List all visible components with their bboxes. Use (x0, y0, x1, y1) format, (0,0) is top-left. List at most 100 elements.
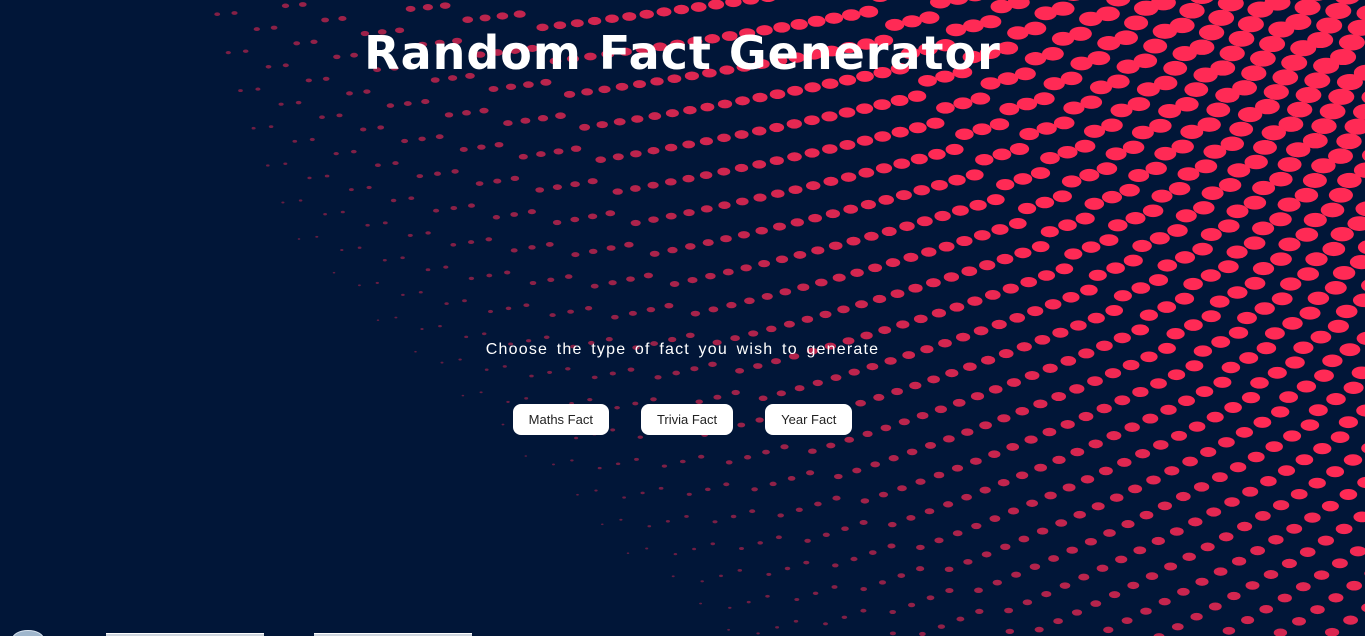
halftone-dot (587, 397, 593, 402)
halftone-dot (1096, 162, 1118, 175)
halftone-dot (1347, 216, 1365, 231)
halftone-dot (1080, 475, 1095, 484)
halftone-dot (1241, 391, 1261, 404)
halftone-dot (793, 250, 807, 259)
halftone-dot (991, 224, 1009, 235)
halftone-dot (945, 143, 964, 155)
halftone-dot (309, 137, 315, 142)
halftone-dot (1253, 140, 1277, 155)
halftone-dot (937, 624, 946, 629)
halftone-dot (961, 266, 978, 277)
halftone-dot (1272, 500, 1290, 511)
halftone-dot (631, 115, 644, 123)
halftone-dot (723, 482, 730, 487)
halftone-dot (281, 3, 290, 9)
halftone-dot (570, 459, 574, 462)
halftone-dot (665, 212, 677, 220)
halftone-dot (524, 455, 528, 457)
halftone-dot (769, 156, 784, 166)
halftone-dot (425, 231, 431, 235)
halftone-dot (1182, 552, 1196, 561)
halftone-dot (637, 435, 644, 439)
halftone-dot (986, 194, 1005, 206)
halftone-dot (889, 609, 897, 615)
halftone-dot (895, 190, 912, 201)
halftone-dot (897, 485, 907, 492)
halftone-dot (690, 2, 707, 12)
halftone-dot (400, 256, 405, 260)
halftone-dot (687, 277, 698, 284)
halftone-dot (555, 112, 566, 120)
halftone-dot (1091, 502, 1105, 511)
halftone-dot (1277, 197, 1301, 212)
halftone-dot (1168, 181, 1191, 196)
maths-fact-button[interactable]: Maths Fact (512, 404, 609, 435)
halftone-dot (565, 367, 571, 371)
halftone-dot (564, 274, 573, 279)
halftone-dot (699, 137, 713, 146)
halftone-dot (848, 368, 860, 376)
halftone-dot (992, 148, 1012, 161)
halftone-dot (523, 81, 534, 88)
halftone-dot (630, 185, 641, 192)
halftone-dot (690, 310, 701, 317)
halftone-dot (1131, 282, 1151, 294)
halftone-dot (837, 305, 850, 314)
halftone-dot (1327, 319, 1349, 333)
halftone-dot (403, 101, 412, 107)
halftone-dot (1215, 87, 1240, 103)
halftone-dot (377, 125, 385, 130)
halftone-dot (788, 185, 803, 195)
halftone-dot (1294, 0, 1321, 16)
halftone-dot (510, 175, 520, 182)
halftone-dot (793, 619, 799, 623)
halftone-dot (1190, 612, 1203, 621)
halftone-dot (1218, 219, 1240, 233)
halftone-dot (440, 361, 444, 364)
halftone-dot (1286, 142, 1311, 158)
halftone-dot (945, 587, 954, 594)
halftone-dot (646, 306, 656, 313)
halftone-dot (1244, 276, 1266, 290)
halftone-dot (1229, 121, 1254, 137)
halftone-dot (972, 123, 992, 136)
halftone-dot (755, 226, 768, 235)
halftone-dot (609, 371, 616, 376)
halftone-dot (1027, 306, 1044, 317)
trivia-fact-button[interactable]: Trivia Fact (640, 404, 734, 435)
halftone-dot (1053, 618, 1063, 625)
halftone-dot (1279, 391, 1298, 403)
halftone-dot (717, 167, 731, 176)
halftone-dot (1192, 242, 1213, 256)
halftone-dot (518, 153, 528, 160)
halftone-dot (584, 305, 593, 311)
halftone-dot (744, 297, 755, 305)
halftone-dot (1132, 239, 1152, 252)
halftone-dot (1331, 558, 1348, 569)
halftone-dot (708, 0, 725, 10)
halftone-dot (859, 519, 868, 526)
halftone-dot (735, 197, 749, 206)
halftone-dot (699, 602, 703, 605)
year-fact-button[interactable]: Year Fact (765, 404, 853, 435)
halftone-dot (753, 193, 767, 202)
halftone-dot (574, 436, 579, 440)
halftone-dot (967, 296, 983, 306)
halftone-dot (537, 115, 549, 122)
halftone-dot (1108, 219, 1128, 232)
halftone-dot (963, 362, 977, 371)
halftone-dot (908, 283, 923, 293)
halftone-dot (1185, 360, 1204, 372)
halftone-dot (1307, 291, 1330, 305)
halftone-dot (1026, 499, 1039, 507)
halftone-dot (856, 103, 874, 114)
halftone-dot (856, 135, 874, 146)
halftone-dot (1132, 386, 1149, 398)
halftone-dot (1057, 145, 1078, 159)
halftone-dot (1336, 133, 1362, 150)
halftone-dot (783, 320, 795, 328)
halftone-dot (908, 122, 927, 134)
halftone-dot (981, 551, 992, 558)
halftone-dot (439, 2, 451, 9)
halftone-dot (765, 594, 770, 598)
